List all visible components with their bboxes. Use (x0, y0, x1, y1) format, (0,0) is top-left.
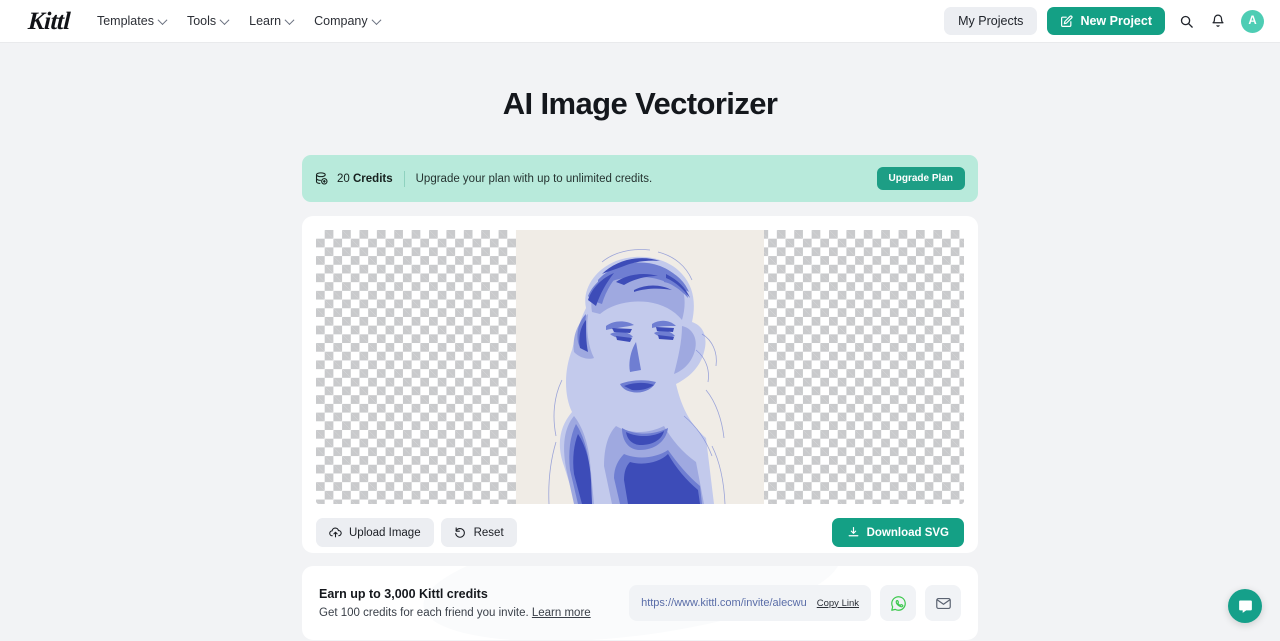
divider (403, 170, 405, 187)
nav-item-templates-label: Templates (96, 14, 154, 28)
chevron-down-icon (219, 14, 230, 25)
nav-item-company-label: Company (314, 14, 368, 28)
referral-title: Earn up to 3,000 Kittl credits (319, 587, 488, 601)
new-project-button[interactable]: New Project (1047, 7, 1165, 35)
credits-number: 20 (337, 172, 350, 185)
copy-link-button[interactable]: Copy Link (817, 598, 859, 609)
chevron-down-icon (284, 14, 295, 25)
download-svg-label: Download SVG (866, 526, 949, 539)
referral-banner: Earn up to 3,000 Kittl credits Get 100 c… (302, 566, 978, 640)
portrait-vector-art (516, 230, 764, 504)
credits-coin-icon (315, 172, 328, 185)
content-container: 20 Credits Upgrade your plan with up to … (302, 155, 978, 640)
upload-image-button[interactable]: Upload Image (316, 518, 434, 547)
download-svg-button[interactable]: Download SVG (831, 518, 964, 547)
credits-banner: 20 Credits Upgrade your plan with up to … (302, 155, 978, 202)
nav-item-templates[interactable]: Templates (88, 8, 175, 34)
vectorizer-editor-card: Upload Image Reset Download SVG (302, 216, 978, 553)
share-email-button[interactable] (925, 585, 961, 621)
envelope-icon (935, 597, 951, 609)
nav-item-tools-label: Tools (186, 14, 217, 28)
reset-button[interactable]: Reset (440, 518, 517, 547)
invite-url-text: https://www.kittl.com/invite/alecwu (641, 597, 807, 609)
credits-word: Credits (353, 172, 393, 185)
learn-more-link[interactable]: Learn more (532, 607, 591, 619)
chevron-down-icon (371, 14, 382, 25)
edit-square-icon (1061, 14, 1073, 27)
new-project-label: New Project (1080, 14, 1152, 28)
invite-link-box[interactable]: https://www.kittl.com/invite/alecwu Copy… (629, 585, 871, 621)
referral-copy: Earn up to 3,000 Kittl credits Get 100 c… (319, 587, 591, 619)
top-navigation-bar: Kittl Templates Tools Learn Company My P… (0, 0, 1280, 43)
kittl-logo[interactable]: Kittl (27, 8, 70, 35)
chat-bubble-icon (1238, 599, 1252, 613)
upload-image-label: Upload Image (349, 526, 421, 539)
bell-icon[interactable] (1207, 10, 1229, 32)
nav-item-learn-label: Learn (249, 14, 282, 28)
referral-share-actions: https://www.kittl.com/invite/alecwu Copy… (629, 585, 961, 621)
editor-toolbar: Upload Image Reset Download SVG (316, 518, 964, 547)
nav-item-learn[interactable]: Learn (240, 8, 302, 34)
download-icon (848, 527, 858, 537)
avatar[interactable]: A (1241, 9, 1264, 33)
credits-count: 20 Credits (337, 173, 393, 185)
rotate-ccw-icon (454, 527, 465, 538)
page-body: AI Image Vectorizer 20 Credits Upgrade y… (0, 43, 1280, 641)
credits-message: Upgrade your plan with up to unlimited c… (415, 172, 653, 185)
upload-cloud-icon (329, 527, 342, 538)
referral-subtitle: Get 100 credits for each friend you invi… (319, 607, 591, 619)
vectorized-artwork (516, 230, 764, 504)
upgrade-plan-button[interactable]: Upgrade Plan (876, 167, 965, 190)
chevron-down-icon (157, 14, 168, 25)
nav-item-company[interactable]: Company (305, 8, 389, 34)
image-canvas[interactable] (316, 230, 964, 504)
main-nav-links: Templates Tools Learn Company (88, 8, 389, 34)
my-projects-button[interactable]: My Projects (944, 7, 1038, 35)
whatsapp-icon (890, 595, 906, 611)
page-title: AI Image Vectorizer (502, 86, 778, 121)
credits-info: 20 Credits Upgrade your plan with up to … (314, 170, 653, 187)
referral-subtitle-text: Get 100 credits for each friend you invi… (319, 607, 529, 619)
nav-actions: My Projects New Project A (944, 7, 1264, 35)
search-icon[interactable] (1175, 10, 1197, 32)
nav-item-tools[interactable]: Tools (178, 8, 237, 34)
chat-launcher-button[interactable] (1228, 589, 1262, 623)
reset-label: Reset (473, 526, 504, 539)
share-whatsapp-button[interactable] (880, 585, 916, 621)
